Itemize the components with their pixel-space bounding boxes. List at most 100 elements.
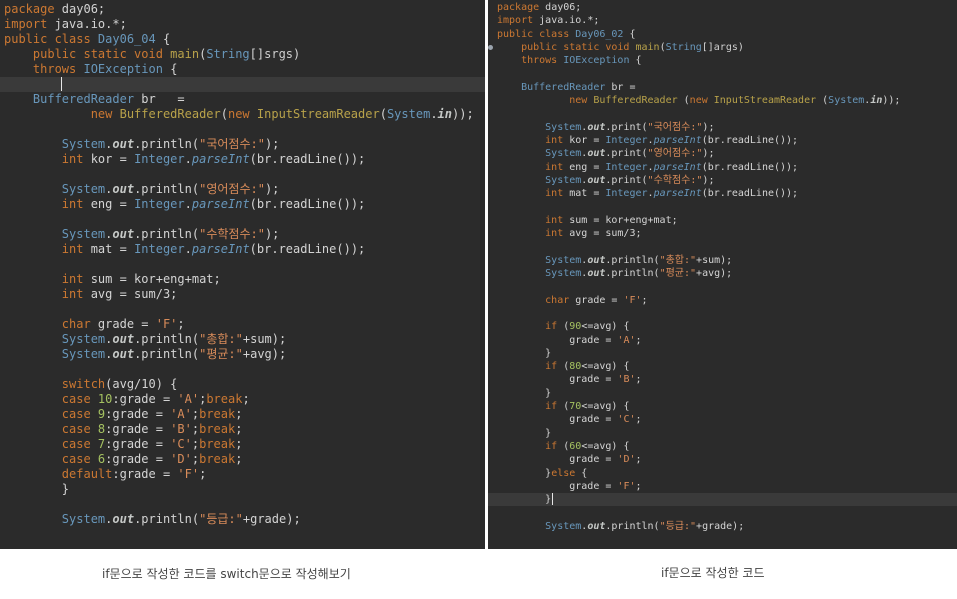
code-line[interactable]: package day06; bbox=[488, 1, 957, 14]
code-line[interactable] bbox=[0, 362, 485, 377]
code-token: 'C' bbox=[170, 437, 192, 451]
code-line[interactable] bbox=[0, 212, 485, 227]
code-line[interactable]: case 10:grade = 'A';break; bbox=[0, 392, 485, 407]
code-token: (br.readLine()); bbox=[701, 135, 799, 146]
code-line[interactable]: System.out.print("국어점수:"); bbox=[488, 121, 957, 134]
left-code-editor[interactable]: package day06; import java.io.*; public cl… bbox=[0, 0, 485, 549]
code-line[interactable]: int avg = sum/3; bbox=[488, 227, 957, 240]
code-line[interactable]: grade = 'B'; bbox=[488, 373, 957, 386]
code-line[interactable]: switch(avg/10) { bbox=[0, 377, 485, 392]
code-line[interactable]: } bbox=[488, 427, 957, 440]
code-line[interactable]: case 9:grade = 'A';break; bbox=[0, 407, 485, 422]
code-line[interactable]: import java.io.*; bbox=[488, 14, 957, 27]
code-line[interactable] bbox=[0, 167, 485, 182]
left-code-area[interactable]: package day06; import java.io.*; public cl… bbox=[0, 0, 485, 549]
code-line[interactable] bbox=[0, 257, 485, 272]
code-line[interactable]: int eng = Integer.parseInt(br.readLine()… bbox=[488, 161, 957, 174]
code-token: Integer bbox=[605, 188, 648, 200]
right-code-area[interactable]: package day06; import java.io.*; public cl… bbox=[488, 0, 957, 549]
code-line[interactable]: case 8:grade = 'B';break; bbox=[0, 422, 485, 437]
code-line[interactable]: }else { bbox=[488, 467, 957, 480]
code-token: )); bbox=[452, 107, 474, 121]
code-token: (br.readLine()); bbox=[249, 152, 366, 166]
code-line[interactable]: if (70<=avg) { bbox=[488, 400, 957, 413]
code-line[interactable]: char grade = 'F'; bbox=[488, 294, 957, 307]
code-token: { bbox=[162, 62, 178, 76]
code-line[interactable]: package day06; bbox=[0, 2, 485, 17]
code-line[interactable]: case 6:grade = 'D';break; bbox=[0, 452, 485, 467]
code-token: +sum); bbox=[242, 332, 287, 346]
code-token: System bbox=[4, 137, 106, 151]
code-line[interactable]: System.out.println("평균:"+avg); bbox=[0, 347, 485, 362]
code-line[interactable]: System.out.println("영어점수:"); bbox=[0, 182, 485, 197]
code-token: System bbox=[386, 107, 431, 121]
code-line[interactable]: } bbox=[488, 493, 957, 507]
code-line[interactable]: public class Day06_04 { bbox=[0, 32, 485, 47]
code-line[interactable]: grade = 'F'; bbox=[488, 480, 957, 493]
code-line[interactable]: grade = 'C'; bbox=[488, 413, 957, 426]
code-token: Integer bbox=[134, 152, 185, 166]
code-line[interactable] bbox=[488, 68, 957, 81]
code-line[interactable]: case 7:grade = 'C';break; bbox=[0, 437, 485, 452]
code-line[interactable] bbox=[0, 77, 485, 92]
code-line[interactable]: public static void main(String[]args) bbox=[488, 41, 957, 54]
code-line[interactable]: System.out.println("등급:"+grade); bbox=[488, 520, 957, 533]
code-line[interactable]: int sum = kor+eng+mat; bbox=[488, 214, 957, 227]
code-line[interactable]: if (60<=avg) { bbox=[488, 440, 957, 453]
code-line[interactable] bbox=[488, 307, 957, 320]
code-line[interactable] bbox=[488, 201, 957, 214]
code-line[interactable]: System.out.print("수학점수:"); bbox=[488, 174, 957, 187]
code-line[interactable]: new BufferedReader(new InputStreamReader… bbox=[0, 107, 485, 122]
code-line[interactable]: System.out.println("수학점수:"); bbox=[0, 227, 485, 242]
code-line[interactable]: System.out.println("국어점수:"); bbox=[0, 137, 485, 152]
code-line[interactable] bbox=[488, 240, 957, 253]
code-token: 'A' bbox=[177, 392, 200, 406]
code-line[interactable]: if (90<=avg) { bbox=[488, 320, 957, 333]
code-token: main bbox=[170, 47, 200, 61]
code-line[interactable]: public static void main(String[]srgs) bbox=[0, 47, 485, 62]
code-line[interactable]: BufferedReader br = bbox=[0, 92, 485, 107]
code-line[interactable] bbox=[0, 497, 485, 512]
code-line[interactable]: char grade = 'F'; bbox=[0, 317, 485, 332]
code-line[interactable]: } bbox=[488, 387, 957, 400]
code-token: ; bbox=[177, 317, 185, 331]
code-line[interactable]: int kor = Integer.parseInt(br.readLine()… bbox=[488, 134, 957, 147]
code-token: "등급:" bbox=[659, 520, 697, 532]
code-line[interactable]: System.out.println("총합:"+sum); bbox=[0, 332, 485, 347]
code-line[interactable]: int eng = Integer.parseInt(br.readLine()… bbox=[0, 197, 485, 212]
code-token: [] bbox=[701, 41, 714, 53]
code-line[interactable]: grade = 'D'; bbox=[488, 453, 957, 466]
code-token: ( bbox=[220, 107, 228, 121]
code-line[interactable]: int mat = Integer.parseInt(br.readLine()… bbox=[0, 242, 485, 257]
code-line[interactable] bbox=[488, 280, 957, 293]
code-line[interactable]: public class Day06_02 { bbox=[488, 28, 957, 41]
code-line[interactable] bbox=[0, 122, 485, 137]
code-line[interactable]: new BufferedReader (new InputStreamReade… bbox=[488, 94, 957, 107]
code-line[interactable]: import java.io.*; bbox=[0, 17, 485, 32]
code-line[interactable]: System.out.println("총합:"+sum); bbox=[488, 254, 957, 267]
code-line[interactable]: } bbox=[0, 482, 485, 497]
code-line[interactable]: throws IOException { bbox=[0, 62, 485, 77]
code-line[interactable]: int avg = sum/3; bbox=[0, 287, 485, 302]
code-token: grade = bbox=[497, 480, 618, 492]
code-token: ; bbox=[635, 454, 642, 466]
code-line[interactable]: System.out.println("등급:"+grade); bbox=[0, 512, 485, 527]
code-line[interactable]: } bbox=[488, 347, 957, 360]
right-code-editor[interactable]: package day06; import java.io.*; public cl… bbox=[488, 0, 957, 549]
code-line[interactable]: default:grade = 'F'; bbox=[0, 467, 485, 482]
code-line[interactable]: int sum = kor+eng+mat; bbox=[0, 272, 485, 287]
code-line[interactable]: grade = 'A'; bbox=[488, 334, 957, 347]
code-line[interactable] bbox=[488, 506, 957, 519]
code-token: )); bbox=[882, 95, 901, 107]
code-line[interactable]: BufferedReader br = bbox=[488, 81, 957, 94]
code-token: in bbox=[437, 107, 452, 121]
code-line[interactable]: System.out.println("평균:"+avg); bbox=[488, 267, 957, 280]
code-line[interactable]: throws IOException { bbox=[488, 54, 957, 67]
code-line[interactable]: int kor = Integer.parseInt(br.readLine()… bbox=[0, 152, 485, 167]
code-line[interactable]: if (80<=avg) { bbox=[488, 360, 957, 373]
code-line[interactable] bbox=[0, 302, 485, 317]
code-line[interactable]: int mat = Integer.parseInt(br.readLine()… bbox=[488, 187, 957, 200]
code-token: mat = bbox=[569, 188, 606, 200]
code-line[interactable]: System.out.print("영어점수:"); bbox=[488, 147, 957, 160]
code-line[interactable] bbox=[488, 107, 957, 120]
